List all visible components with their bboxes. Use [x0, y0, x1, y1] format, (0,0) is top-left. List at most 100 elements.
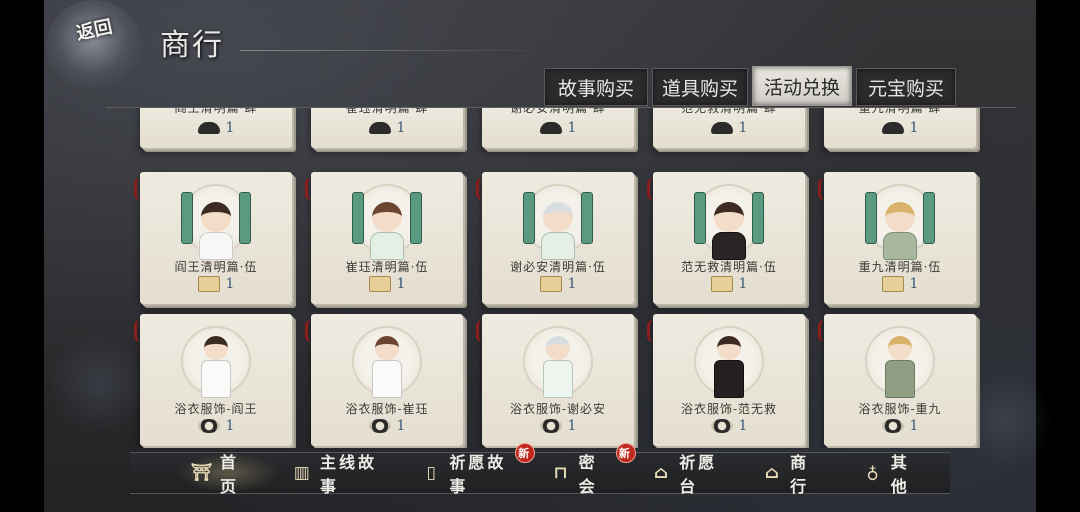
- item-name: 崔珏清明篇·伍: [345, 260, 429, 274]
- price-value: 1: [738, 276, 748, 292]
- price-value: 1: [567, 276, 577, 292]
- red-ribbon-icon: [305, 178, 315, 200]
- coin-icon: [197, 419, 220, 433]
- exchange-item-card[interactable]: 阎王清明篇·伍 1: [134, 172, 292, 304]
- nav-wish-story[interactable]: ▯ 祈愿故事 新: [408, 443, 537, 496]
- character-portrait-icon: [717, 336, 741, 360]
- back-button[interactable]: 返回: [46, 0, 142, 96]
- character-body: [370, 232, 404, 260]
- exchange-item-card[interactable]: 谢必安清明篇·伍 1: [476, 172, 634, 304]
- item-price: 1: [140, 120, 292, 136]
- price-value: 1: [738, 120, 748, 136]
- nav-shop[interactable]: ⌂ 商 行: [749, 453, 850, 496]
- character-portrait-icon: [372, 202, 402, 232]
- price-value: 1: [225, 418, 235, 434]
- price-value: 1: [738, 418, 748, 434]
- coin-icon: [539, 419, 562, 433]
- exchange-item-card[interactable]: 范无救清明篇·伍 1: [647, 172, 805, 304]
- tab-yuanbao-purchase[interactable]: 元宝购买: [856, 68, 956, 106]
- nav-label: 主线故事: [320, 453, 378, 496]
- nav-label: 首 页: [220, 453, 240, 496]
- story-chapter-icon: [352, 184, 422, 260]
- item-price: 1: [824, 120, 976, 136]
- scroll-icon: [865, 192, 877, 244]
- character-portrait-icon: [546, 336, 570, 360]
- nav-main-story[interactable]: ▥ 主线故事: [279, 453, 408, 496]
- item-name: 重九清明篇·肆: [858, 108, 942, 115]
- scroll-icon: [410, 192, 422, 244]
- item-price: 1: [824, 276, 976, 292]
- scroll-icon: [523, 192, 535, 244]
- exchange-item-card[interactable]: 谢必安清明篇·肆 1: [482, 108, 634, 148]
- item-price: 1: [140, 418, 292, 434]
- book-icon: ▥: [293, 463, 313, 483]
- item-name: 浴衣服饰-范无救: [680, 402, 778, 416]
- price-value: 1: [909, 276, 919, 292]
- home-icon: ⛩: [190, 463, 216, 483]
- exchange-item-card[interactable]: 浴衣服饰-阎王 1: [134, 314, 292, 446]
- new-badge: 新: [515, 443, 536, 463]
- coin-icon: [710, 419, 733, 433]
- exchange-item-card[interactable]: 浴衣服饰-重九 1: [818, 314, 976, 446]
- scroll-icon: [581, 192, 593, 244]
- red-ribbon-icon: [647, 320, 657, 342]
- lamp-icon: [197, 122, 220, 134]
- scroll-icon: [239, 192, 251, 244]
- scroll-ticket-icon: [197, 276, 220, 292]
- shop-icon: ⌂: [764, 463, 782, 483]
- nav-home[interactable]: ⛩ 首 页: [178, 453, 279, 496]
- exchange-item-card[interactable]: 范无救清明篇·肆 1: [653, 108, 805, 148]
- item-price: 1: [311, 120, 463, 136]
- lamp-icon: [368, 122, 391, 134]
- flower-seal-icon: [46, 0, 142, 96]
- shrine-icon: ⌂: [654, 463, 672, 483]
- exchange-item-card[interactable]: 浴衣服饰-崔珏 1: [305, 314, 463, 446]
- character-body: [199, 232, 233, 260]
- item-name: 浴衣服饰-重九: [858, 402, 942, 416]
- nav-other[interactable]: ♁ 其 他: [849, 453, 950, 496]
- item-name: 阎王清明篇·伍: [174, 260, 258, 274]
- nav-label: 商 行: [790, 453, 810, 496]
- page-title: 商行: [160, 28, 224, 63]
- exchange-item-card[interactable]: 崔珏清明篇·伍 1: [305, 172, 463, 304]
- character-portrait-icon: [201, 202, 231, 232]
- item-name: 崔珏清明篇·肆: [345, 108, 429, 115]
- coin-icon: [368, 419, 391, 433]
- outfit-icon: [523, 326, 593, 398]
- red-ribbon-icon: [818, 178, 828, 200]
- lamp-icon: [881, 122, 904, 134]
- character-portrait-icon: [204, 336, 228, 360]
- story-chapter-icon: [523, 184, 593, 260]
- item-name: 范无救清明篇·肆: [681, 108, 777, 115]
- item-name: 浴衣服饰-谢必安: [509, 402, 607, 416]
- scroll-ticket-icon: [881, 276, 904, 292]
- nav-label: 祈愿故事: [449, 453, 507, 496]
- item-name: 范无救清明篇·伍: [681, 260, 777, 274]
- item-name: 谢必安清明篇·肆: [510, 108, 606, 115]
- item-price: 1: [482, 276, 634, 292]
- item-price: 1: [311, 418, 463, 434]
- new-badge: 新: [615, 443, 636, 463]
- exchange-item-card[interactable]: 浴衣服饰-范无救 1: [647, 314, 805, 446]
- exchange-item-card[interactable]: 浴衣服饰-谢必安 1: [476, 314, 634, 446]
- tab-event-exchange[interactable]: 活动兑换: [752, 66, 852, 106]
- scroll-icon: [694, 192, 706, 244]
- scroll-icon: [352, 192, 364, 244]
- exchange-item-card[interactable]: 重九清明篇·伍 1: [818, 172, 976, 304]
- item-price: 1: [653, 418, 805, 434]
- nav-secret-meeting[interactable]: ⊓ 密 会 新: [537, 443, 638, 496]
- nav-wish-altar[interactable]: ⌂ 祈愿台: [638, 453, 749, 496]
- exchange-item-card[interactable]: 阎王清明篇·肆 1: [140, 108, 292, 148]
- red-ribbon-icon: [476, 320, 486, 342]
- character-portrait-icon: [888, 336, 912, 360]
- tab-story-purchase[interactable]: 故事购买: [544, 68, 648, 106]
- price-value: 1: [396, 276, 406, 292]
- exchange-item-card[interactable]: 崔珏清明篇·肆 1: [311, 108, 463, 148]
- shop-tabs: 故事购买 道具购买 活动兑换 元宝购买: [544, 66, 956, 106]
- exchange-item-card[interactable]: 重九清明篇·肆 1: [824, 108, 976, 148]
- character-body: [712, 232, 746, 260]
- tab-item-purchase[interactable]: 道具购买: [652, 68, 748, 106]
- exchange-grid[interactable]: 阎王清明篇·肆 1 崔珏清明篇·肆 1 谢必安清明篇·肆 1 范无救清明篇·肆 …: [106, 108, 1016, 448]
- red-ribbon-icon: [818, 320, 828, 342]
- item-name: 谢必安清明篇·伍: [510, 260, 606, 274]
